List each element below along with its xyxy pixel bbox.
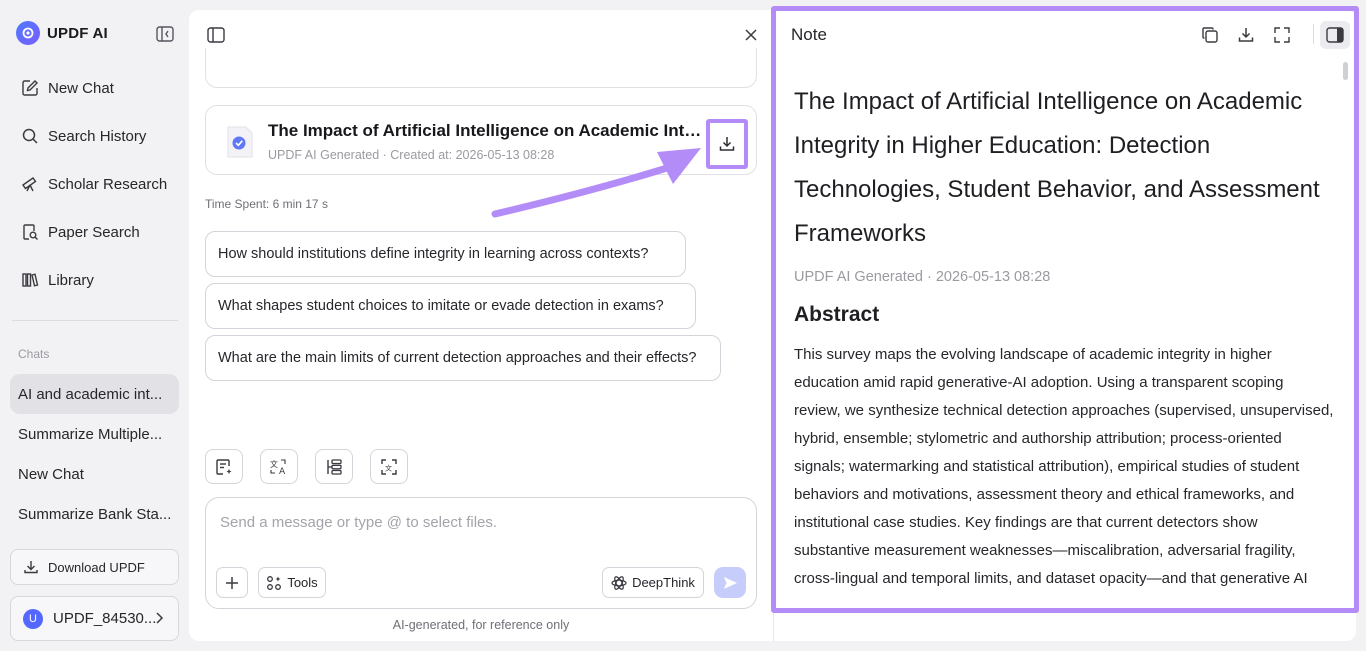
- sidebar: UPDF AI New Chat Search History Scholar …: [0, 0, 189, 651]
- suggested-question[interactable]: What are the main limits of current dete…: [205, 335, 721, 381]
- mind-map-icon: [327, 458, 342, 475]
- avatar: U: [23, 608, 43, 629]
- abstract-text: This survey maps the evolving landscape …: [794, 346, 1334, 587]
- attach-button[interactable]: [216, 567, 248, 598]
- sidebar-nav: New Chat Search History Scholar Research…: [10, 64, 179, 304]
- download-document-button[interactable]: [706, 119, 748, 169]
- deepthink-label: DeepThink: [632, 575, 695, 590]
- tools-button[interactable]: Tools: [258, 567, 326, 598]
- mind-map-tool-button[interactable]: [315, 449, 353, 484]
- send-icon: [724, 576, 737, 589]
- chat-history-list: AI and academic int... Summarize Multipl…: [10, 374, 179, 534]
- document-thumbnail-icon: [222, 125, 258, 159]
- download-icon: [23, 559, 39, 575]
- toggle-panel-icon[interactable]: [205, 24, 227, 46]
- summarize-icon: [216, 458, 232, 475]
- suggested-question[interactable]: What shapes student choices to imitate o…: [205, 283, 696, 329]
- user-name: UPDF_84530...: [53, 610, 157, 627]
- abstract-heading: Abstract: [794, 303, 880, 326]
- send-button[interactable]: [714, 567, 746, 598]
- tools-label: Tools: [287, 575, 318, 590]
- sidebar-item-new-chat[interactable]: New Chat: [10, 64, 179, 112]
- divider: [12, 320, 178, 321]
- message-composer: Tools DeepThink: [205, 497, 757, 609]
- scan-icon: 文: [381, 458, 397, 475]
- brand[interactable]: UPDF AI: [16, 21, 108, 45]
- chat-history-item[interactable]: AI and academic int...: [10, 374, 179, 414]
- telescope-icon: [20, 174, 40, 194]
- suggested-question[interactable]: How should institutions define integrity…: [205, 231, 686, 277]
- plus-icon: [226, 576, 238, 589]
- previous-message-card: [205, 48, 757, 88]
- download-updf-button[interactable]: Download UPDF: [10, 549, 179, 585]
- nav-label: Library: [48, 271, 94, 289]
- translate-icon: 文A: [270, 459, 286, 476]
- note-title: The Impact of Artificial Intelligence on…: [794, 88, 1320, 247]
- sidebar-item-scholar-research[interactable]: Scholar Research: [10, 160, 179, 208]
- svg-text:A: A: [279, 467, 286, 476]
- document-search-icon: [20, 222, 40, 242]
- nav-label: Paper Search: [48, 223, 140, 241]
- sidebar-item-library[interactable]: Library: [10, 256, 179, 304]
- nav-label: Scholar Research: [48, 175, 168, 193]
- user-account-button[interactable]: U UPDF_84530...: [10, 596, 179, 641]
- deepthink-toggle[interactable]: DeepThink: [602, 567, 704, 598]
- search-icon: [20, 126, 40, 146]
- updf-logo-icon: [16, 21, 40, 45]
- download-icon: [719, 137, 735, 151]
- note-meta: UPDF AI Generated · 2026-05-13 08:28: [794, 269, 1051, 285]
- copy-icon[interactable]: [1198, 23, 1222, 47]
- message-input[interactable]: [220, 514, 740, 558]
- brand-name: UPDF AI: [47, 24, 108, 42]
- note-content: The Impact of Artificial Intelligence on…: [794, 80, 1334, 593]
- note-header-title: Note: [791, 25, 827, 44]
- content-fade: [774, 592, 1356, 641]
- expand-icon[interactable]: [1270, 23, 1294, 47]
- document-title: The Impact of Artificial Intelligence on…: [268, 121, 706, 140]
- collapse-sidebar-icon[interactable]: [155, 24, 175, 44]
- note-panel: Note The Impact of Artificial Intelligen…: [773, 10, 1356, 641]
- close-icon[interactable]: [740, 24, 762, 46]
- ai-disclaimer: AI-generated, for reference only: [392, 618, 570, 632]
- side-panel-toggle-icon[interactable]: [1320, 21, 1350, 49]
- chat-history-item[interactable]: Summarize Bank Sta...: [10, 494, 179, 534]
- download-updf-label: Download UPDF: [48, 559, 145, 575]
- quick-tools-row: 文A 文: [205, 449, 408, 484]
- atom-icon: [611, 575, 627, 591]
- tools-icon: [266, 575, 282, 591]
- summarize-tool-button[interactable]: [205, 449, 243, 484]
- chat-panel: The Impact of Artificial Intelligence on…: [189, 10, 773, 641]
- divider: [1313, 24, 1314, 44]
- edit-icon: [20, 78, 40, 98]
- nav-label: Search History: [48, 127, 147, 145]
- annotation-arrow: [491, 148, 701, 218]
- sidebar-item-paper-search[interactable]: Paper Search: [10, 208, 179, 256]
- scrollbar-thumb[interactable]: [1343, 62, 1348, 80]
- time-spent: Time Spent: 6 min 17 s: [205, 197, 328, 211]
- sidebar-item-search-history[interactable]: Search History: [10, 112, 179, 160]
- translate-tool-button[interactable]: 文A: [260, 449, 298, 484]
- chat-history-item[interactable]: Summarize Multiple...: [10, 414, 179, 454]
- chat-history-item[interactable]: New Chat: [10, 454, 179, 494]
- download-icon[interactable]: [1234, 23, 1258, 47]
- library-icon: [20, 270, 40, 290]
- chats-section-label: Chats: [18, 347, 50, 361]
- screenshot-tool-button[interactable]: 文: [370, 449, 408, 484]
- chevron-right-icon: [154, 611, 164, 629]
- svg-text:文: 文: [385, 463, 392, 472]
- nav-label: New Chat: [48, 79, 114, 97]
- svg-text:文: 文: [270, 459, 278, 469]
